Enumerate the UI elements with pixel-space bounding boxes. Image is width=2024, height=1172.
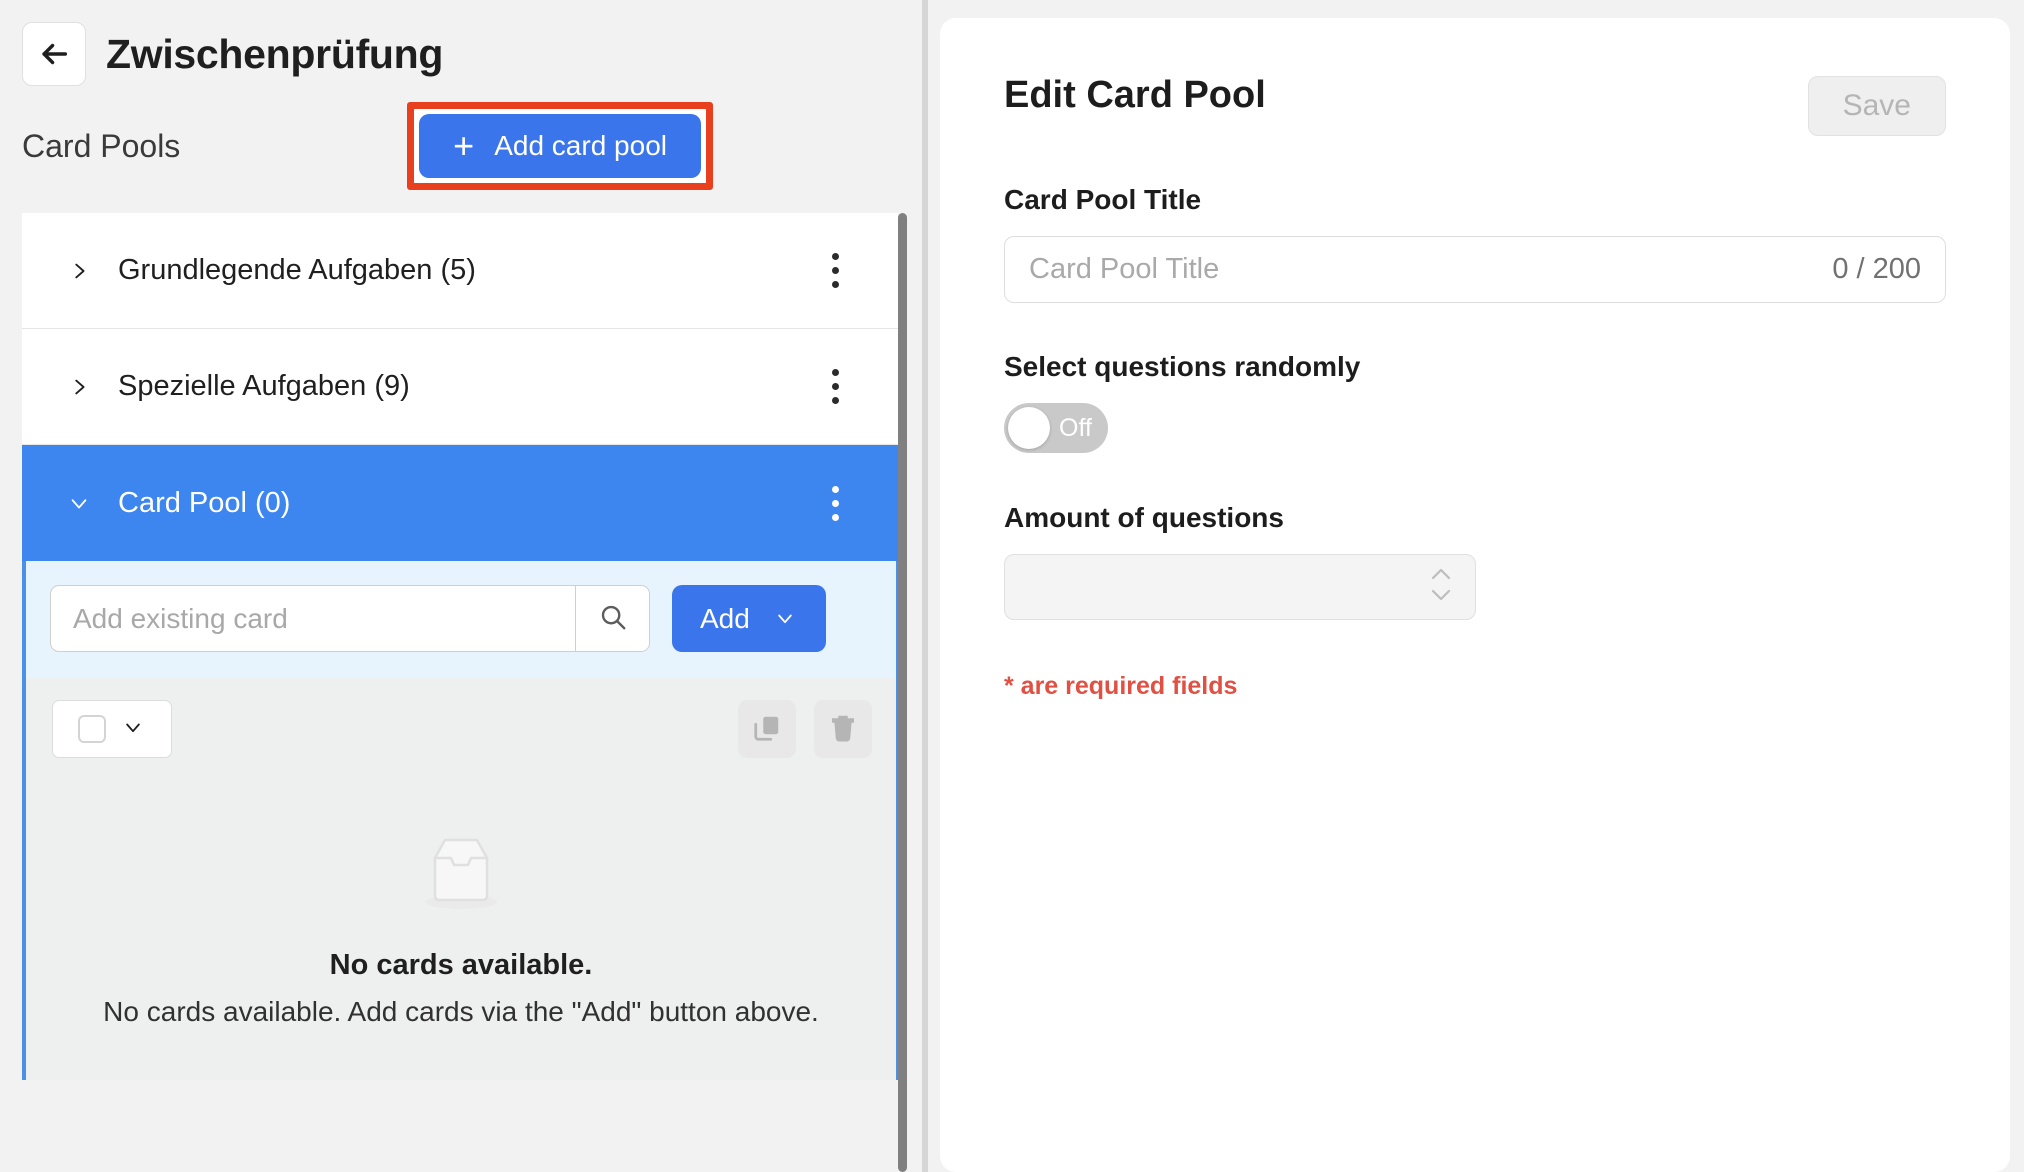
card-pool-menu-button[interactable] xyxy=(800,468,870,538)
card-pool-menu-button[interactable] xyxy=(800,352,870,422)
app-root: Zwischenprüfung Card Pools + Add card po… xyxy=(0,0,2024,1172)
edit-card-pool-panel: Edit Card Pool Save Card Pool Title 0 / … xyxy=(940,18,2010,1172)
card-pool-row-card-pool[interactable]: Card Pool (0) xyxy=(22,445,900,561)
add-card-label: Add xyxy=(700,602,750,634)
magnifier-icon xyxy=(598,602,628,635)
section-label: Card Pools xyxy=(22,128,181,164)
search-button[interactable] xyxy=(575,586,649,651)
card-pool-list: Grundlegende Aufgaben (5) Spezielle Aufg… xyxy=(22,213,900,1172)
card-list-toolbar xyxy=(26,678,896,780)
card-pool-list-scroll-area[interactable]: Grundlegende Aufgaben (5) Spezielle Aufg… xyxy=(22,213,906,1172)
card-pool-row-grundlegende[interactable]: Grundlegende Aufgaben (5) xyxy=(22,213,900,329)
card-pool-title-input[interactable] xyxy=(1029,253,1833,286)
select-questions-randomly-toggle[interactable]: Off xyxy=(1004,403,1108,453)
chevron-right-icon[interactable] xyxy=(62,374,96,400)
select-questions-randomly-label: Select questions randomly xyxy=(1004,351,1361,382)
save-button[interactable]: Save xyxy=(1807,76,1946,136)
chevron-down-icon xyxy=(772,603,798,635)
card-pool-expanded-body: Add existing card Add No cards available… xyxy=(22,561,900,1080)
card-pool-row-spezielle[interactable]: Spezielle Aufgaben (9) xyxy=(22,329,900,445)
card-pool-title-label: Card Pool Title xyxy=(1004,184,1202,215)
copy-icon xyxy=(752,713,782,746)
empty-state-description: No cards available. Add cards via the "A… xyxy=(103,996,819,1027)
chevron-down-icon xyxy=(120,717,146,742)
empty-inbox-icon xyxy=(413,832,509,921)
amount-of-questions-field[interactable] xyxy=(1004,554,1476,620)
page-title: Zwischenprüfung xyxy=(106,30,444,77)
number-stepper[interactable] xyxy=(1429,567,1453,607)
back-button[interactable] xyxy=(22,22,86,86)
list-scrollbar[interactable] xyxy=(898,213,907,1172)
delete-button[interactable] xyxy=(814,700,872,758)
character-counter: 0 / 200 xyxy=(1832,253,1921,285)
chevron-down-icon[interactable] xyxy=(1429,588,1453,607)
toggle-state-label: Off xyxy=(1059,413,1092,442)
pane-header: Zwischenprüfung xyxy=(0,0,912,86)
search-input[interactable] xyxy=(51,586,575,651)
chevron-right-icon[interactable] xyxy=(62,258,96,284)
empty-state: No cards available. No cards available. … xyxy=(26,780,896,1080)
plus-icon: + xyxy=(453,125,475,166)
arrow-left-icon xyxy=(37,37,71,71)
edit-panel-title: Edit Card Pool xyxy=(1004,74,1266,116)
card-pools-pane: Zwischenprüfung Card Pools + Add card po… xyxy=(0,0,912,1172)
trash-icon xyxy=(828,713,858,746)
duplicate-button[interactable] xyxy=(738,700,796,758)
list-scrollbar-thumb[interactable] xyxy=(898,213,907,1172)
card-pool-name: Grundlegende Aufgaben (5) xyxy=(118,254,476,286)
add-card-pool-highlight: + Add card pool xyxy=(407,102,713,190)
card-pool-menu-button[interactable] xyxy=(800,236,870,306)
checkbox-unchecked-icon[interactable] xyxy=(78,715,106,743)
chevron-down-icon[interactable] xyxy=(62,492,96,514)
pane-subheader: Card Pools + Add card pool xyxy=(0,86,912,190)
edit-panel-header: Edit Card Pool Save xyxy=(1004,76,1946,136)
add-card-button[interactable]: Add xyxy=(672,585,826,652)
card-pool-name: Card Pool (0) xyxy=(118,486,291,519)
required-fields-note: * are required fields xyxy=(1004,672,1238,700)
add-card-pool-label: Add card pool xyxy=(494,130,667,161)
select-all-dropdown[interactable] xyxy=(52,700,172,758)
empty-state-title: No cards available. xyxy=(329,949,593,981)
add-card-pool-button[interactable]: + Add card pool xyxy=(419,114,701,178)
card-pool-title-field: 0 / 200 xyxy=(1004,236,1946,303)
pane-divider xyxy=(922,0,928,1172)
chevron-up-icon[interactable] xyxy=(1429,567,1453,586)
search-field-group xyxy=(50,585,650,652)
card-pool-name: Spezielle Aufgaben (9) xyxy=(118,370,410,402)
amount-of-questions-label: Amount of questions xyxy=(1004,502,1284,533)
add-existing-card-bar: Add xyxy=(26,561,896,678)
bulk-actions xyxy=(738,700,872,758)
toggle-knob xyxy=(1008,407,1050,449)
